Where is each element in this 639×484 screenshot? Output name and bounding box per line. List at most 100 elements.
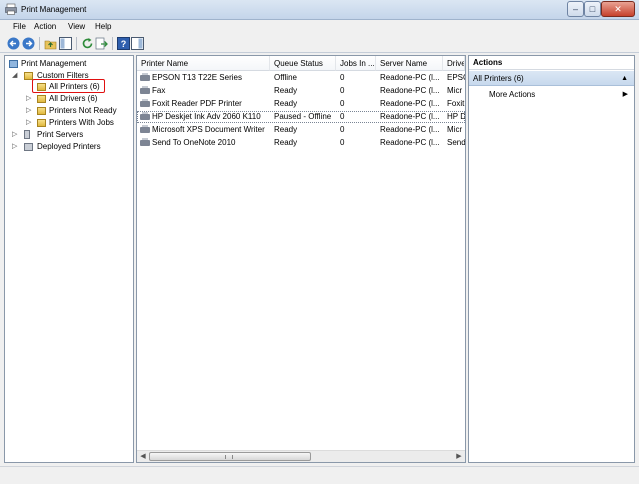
- collapsed-arrow-icon[interactable]: ▷: [26, 93, 34, 105]
- printer-icon: [140, 125, 150, 133]
- driver-name: EPSC: [447, 73, 465, 82]
- printer-icon: [140, 99, 150, 107]
- title-bar: Print Management – □ ✕: [0, 0, 639, 20]
- table-row[interactable]: Send To OneNote 2010 Ready 0 Readone-PC …: [137, 137, 465, 149]
- table-row[interactable]: EPSON T13 T22E Series Offline 0 Readone-…: [137, 72, 465, 84]
- show-hide-action-pane-icon[interactable]: [131, 37, 144, 50]
- tree-item-all-printers[interactable]: All Printers (6): [7, 81, 132, 93]
- collapsed-arrow-icon[interactable]: ▷: [26, 117, 34, 129]
- close-icon: ✕: [614, 4, 622, 14]
- jobs-count: 0: [340, 138, 345, 147]
- server-name: Readone-PC (l...: [380, 112, 440, 121]
- tree-item-label: Printers With Jobs: [49, 118, 114, 127]
- help-icon[interactable]: ?: [117, 37, 130, 50]
- menu-view[interactable]: View: [68, 22, 85, 31]
- collapsed-arrow-icon[interactable]: ▷: [26, 105, 34, 117]
- back-arrow-icon[interactable]: [7, 37, 20, 50]
- filter-icon: [37, 119, 46, 127]
- more-actions-item[interactable]: More Actions ▶: [469, 88, 634, 101]
- collapse-up-icon[interactable]: ▲: [621, 71, 628, 86]
- menu-help[interactable]: Help: [95, 22, 111, 31]
- printer-name: Send To OneNote 2010: [152, 138, 236, 147]
- printer-icon: [140, 138, 150, 146]
- queue-status: Offline: [274, 73, 297, 82]
- up-folder-icon[interactable]: [44, 37, 57, 50]
- column-header-server-name[interactable]: Server Name: [376, 56, 443, 71]
- printer-name: Fax: [152, 86, 166, 95]
- tree-item-all-drivers[interactable]: ▷ All Drivers (6): [7, 93, 132, 105]
- more-actions-label: More Actions: [489, 90, 536, 99]
- actions-pane: Actions All Printers (6) ▲ More Actions …: [468, 55, 635, 463]
- filter-icon: [37, 107, 46, 115]
- driver-name: HP D: [447, 112, 465, 121]
- minimize-icon: –: [572, 4, 578, 14]
- jobs-count: 0: [340, 86, 345, 95]
- collapsed-arrow-icon[interactable]: ▷: [12, 129, 20, 141]
- toolbar-separator: [76, 37, 77, 50]
- column-header-driver-name[interactable]: Drive: [443, 56, 465, 71]
- driver-name: Micr: [447, 86, 463, 95]
- menu-file[interactable]: File: [13, 22, 26, 31]
- deployed-printers-icon: [24, 143, 33, 151]
- scrollbar-thumb[interactable]: [149, 452, 311, 461]
- toolbar-separator: [112, 37, 113, 50]
- printer-name: HP Deskjet Ink Adv 2060 K110: [152, 112, 261, 121]
- server-name: Readone-PC (l...: [380, 138, 440, 147]
- printer-name: Foxit Reader PDF Printer: [152, 99, 242, 108]
- printer-icon: [140, 73, 150, 81]
- scroll-right-icon[interactable]: ▶: [453, 451, 465, 462]
- scrollbar-grip-icon: [225, 455, 233, 459]
- tree-item-label: All Drivers (6): [49, 94, 98, 103]
- table-row[interactable]: Fax Ready 0 Readone-PC (l... Micr: [137, 85, 465, 97]
- menu-action[interactable]: Action: [34, 22, 56, 31]
- driver-name: Send: [447, 138, 465, 147]
- tree-item-label: Print Servers: [37, 130, 84, 139]
- toolbar-separator: [39, 37, 40, 50]
- server-name: Readone-PC (l...: [380, 86, 440, 95]
- column-header-queue-status[interactable]: Queue Status: [270, 56, 336, 71]
- column-header-printer-name[interactable]: Printer Name: [137, 56, 270, 71]
- tree-item-label: All Printers (6): [49, 82, 100, 91]
- actions-section-all-printers[interactable]: All Printers (6) ▲: [469, 71, 634, 86]
- collapsed-arrow-icon[interactable]: ▷: [12, 141, 20, 153]
- window-title: Print Management: [21, 5, 87, 14]
- scroll-left-icon[interactable]: ◀: [137, 451, 149, 462]
- export-list-icon[interactable]: [95, 37, 108, 50]
- tree-item-printers-not-ready[interactable]: ▷ Printers Not Ready: [7, 105, 132, 117]
- queue-status: Ready: [274, 86, 298, 95]
- close-button[interactable]: ✕: [601, 1, 635, 17]
- tree-item-label: Deployed Printers: [37, 142, 101, 151]
- server-name: Readone-PC (l...: [380, 99, 440, 108]
- fax-icon: [140, 86, 150, 94]
- table-row[interactable]: Microsoft XPS Document Writer Ready 0 Re…: [137, 124, 465, 136]
- server-icon: [24, 130, 30, 139]
- tree-item-printers-with-jobs[interactable]: ▷ Printers With Jobs: [7, 117, 132, 129]
- column-header-jobs-in-queue[interactable]: Jobs In ...: [336, 56, 376, 71]
- navigation-tree: Print Management ◢ Custom Filters All Pr…: [4, 55, 134, 463]
- tree-item-print-management[interactable]: Print Management: [7, 58, 132, 70]
- jobs-count: 0: [340, 112, 345, 121]
- actions-header: Actions: [469, 56, 634, 70]
- jobs-count: 0: [340, 73, 345, 82]
- tree-item-label: Printers Not Ready: [49, 106, 117, 115]
- submenu-arrow-icon: ▶: [622, 91, 628, 98]
- printer-name: Microsoft XPS Document Writer: [152, 125, 265, 134]
- filter-icon: [37, 83, 46, 91]
- show-hide-tree-icon[interactable]: [59, 37, 72, 50]
- driver-name: Foxit: [447, 99, 465, 108]
- maximize-icon: □: [589, 4, 596, 14]
- jobs-count: 0: [340, 125, 345, 134]
- queue-status: Ready: [274, 125, 298, 134]
- tree-item-deployed-printers[interactable]: ▷ Deployed Printers: [7, 141, 132, 153]
- tree-item-print-servers[interactable]: ▷ Print Servers: [7, 129, 132, 141]
- refresh-icon[interactable]: [81, 37, 94, 50]
- maximize-button[interactable]: □: [584, 1, 601, 17]
- tree-item-label: Print Management: [21, 59, 87, 68]
- table-row[interactable]: Foxit Reader PDF Printer Ready 0 Readone…: [137, 98, 465, 110]
- minimize-button[interactable]: –: [567, 1, 584, 17]
- menu-bar: File Action View Help: [0, 20, 639, 34]
- actions-section-label: All Printers (6): [473, 74, 524, 83]
- horizontal-scrollbar[interactable]: ◀ ▶: [137, 450, 465, 462]
- table-row-selected[interactable]: HP Deskjet Ink Adv 2060 K110 Paused - Of…: [137, 111, 465, 123]
- forward-arrow-icon[interactable]: [22, 37, 35, 50]
